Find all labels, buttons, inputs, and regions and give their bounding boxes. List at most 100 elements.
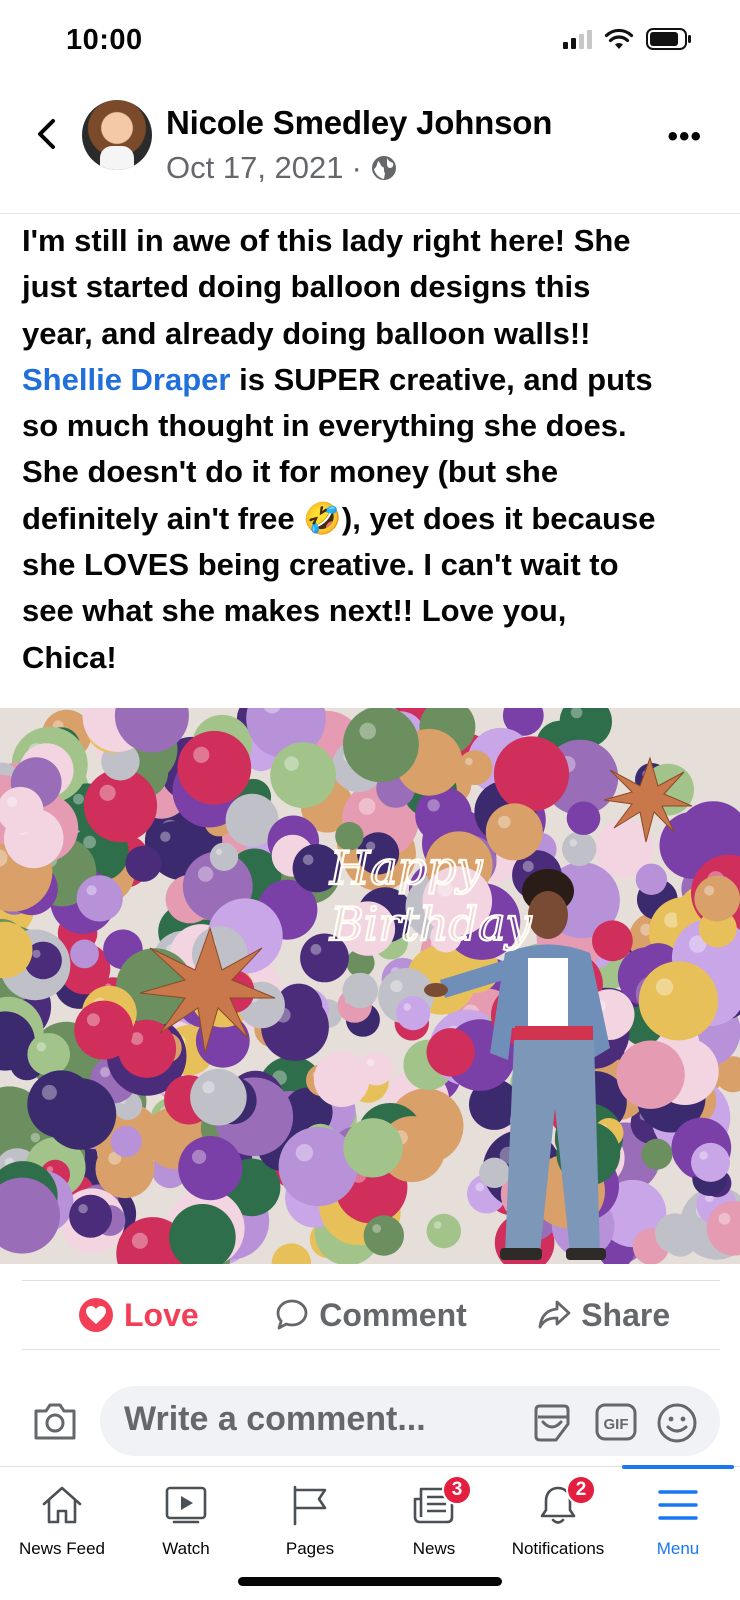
balloon <box>485 803 543 861</box>
svg-text:Birthday: Birthday <box>329 897 532 951</box>
balloon <box>694 875 740 922</box>
post-text-line: I'm still in awe of this lady right here… <box>22 223 631 258</box>
balloon-highlight <box>366 1059 375 1067</box>
balloon <box>566 801 601 835</box>
tab-watch[interactable]: Watch <box>124 1467 248 1577</box>
balloon-highlight <box>193 746 210 763</box>
balloon-highlight <box>372 1224 382 1233</box>
tab-label: News <box>412 1539 456 1558</box>
post-text-line: see what she makes next!! Love you, <box>22 593 567 629</box>
balloon <box>654 1213 696 1254</box>
camera-icon[interactable] <box>32 1400 78 1442</box>
post-text-line: definitely ain't free 🤣), yet does it be… <box>22 496 722 542</box>
balloon <box>396 996 431 1031</box>
tab-pages[interactable]: Pages <box>248 1467 372 1577</box>
balloon-highlight <box>718 1212 731 1225</box>
author-name[interactable]: Nicole Smedley Johnson <box>166 104 552 142</box>
menu-icon <box>658 1490 698 1520</box>
balloon <box>691 1142 730 1182</box>
balloon <box>426 1028 475 1077</box>
balloon <box>178 1136 243 1201</box>
post-text-line: she LOVES being creative. I can't wait t… <box>22 547 619 583</box>
author-avatar[interactable] <box>82 100 152 170</box>
balloon <box>638 961 719 1041</box>
tab-menu[interactable]: Menu <box>616 1467 740 1577</box>
balloon <box>641 1138 673 1170</box>
balloon-highlight <box>36 1042 46 1052</box>
tab-label: Menu <box>656 1539 700 1558</box>
balloon <box>363 1215 404 1256</box>
balloon-highlight <box>86 1013 100 1027</box>
balloon-highlight <box>32 949 41 958</box>
more-options-button[interactable]: ••• <box>667 120 702 154</box>
balloon-highlight <box>131 1232 148 1249</box>
balloon-highlight <box>192 1149 207 1164</box>
watch-icon <box>165 1486 207 1524</box>
balloon <box>190 1068 247 1126</box>
tab-news-feed[interactable]: News Feed <box>0 1467 124 1577</box>
post-text-fragment: ), yet does it because <box>341 500 656 536</box>
gif-icon[interactable]: GIF <box>594 1402 638 1442</box>
tab-notifications[interactable]: 2 Notifications <box>496 1467 620 1577</box>
post-text: I'm still in awe of this lady right here… <box>22 218 722 681</box>
balloon <box>343 1118 403 1178</box>
balloon-highlight <box>197 866 214 882</box>
balloon <box>313 1051 370 1107</box>
balloon-highlight <box>359 722 377 740</box>
tab-label: News Feed <box>19 1539 105 1558</box>
mention-link[interactable]: Shellie Draper <box>22 362 230 397</box>
comment-button[interactable]: Comment <box>255 1297 488 1334</box>
home-indicator <box>238 1577 502 1586</box>
chevron-left-icon <box>38 119 55 149</box>
balloon <box>177 730 252 805</box>
post-text-line: year, and already doing balloon walls!! <box>22 315 591 351</box>
balloon-highlight <box>78 1204 88 1214</box>
comment-bar: Write a comment... GIF <box>0 1382 740 1462</box>
status-icons <box>563 28 692 50</box>
battery-icon <box>646 28 691 50</box>
balloon-highlight <box>390 980 403 993</box>
balloon <box>125 845 162 882</box>
balloon-highlight <box>704 885 715 896</box>
balloon <box>592 920 633 962</box>
balloon-highlight <box>302 854 314 866</box>
balloon-highlight <box>160 831 171 842</box>
love-label: Love <box>123 1296 199 1333</box>
notifications-badge: 2 <box>566 1475 596 1505</box>
balloon <box>110 1126 142 1158</box>
balloon <box>69 1194 113 1238</box>
tab-label: Notifications <box>511 1539 605 1558</box>
share-label: Share <box>581 1296 671 1333</box>
wifi-icon <box>604 28 634 49</box>
emoji-icon[interactable] <box>656 1402 698 1444</box>
balloon-highlight <box>310 944 322 955</box>
post-text-line: so much thought in everything she does. <box>22 408 627 444</box>
balloon-highlight <box>99 784 116 801</box>
home-icon <box>42 1486 82 1524</box>
balloon <box>479 1157 510 1188</box>
balloon <box>342 972 379 1009</box>
balloon-highlight <box>73 793 84 805</box>
back-button[interactable] <box>26 114 66 154</box>
sticker-icon[interactable] <box>530 1402 574 1444</box>
balloon-highlight <box>30 1132 40 1143</box>
post-text-line: Chica! <box>22 639 117 675</box>
share-button[interactable]: Share <box>487 1297 720 1334</box>
post-actions: Love Comment Share <box>22 1280 720 1350</box>
post-text-fragment: definitely ain't free <box>22 500 304 536</box>
post-header: Nicole Smedley Johnson Oct 17, 2021 · ••… <box>0 90 740 214</box>
svg-text:GIF: GIF <box>604 1416 629 1433</box>
balloon <box>76 875 123 922</box>
post-date[interactable]: Oct 17, 2021 <box>166 150 344 186</box>
balloon <box>493 736 570 812</box>
post-text-fragment: is SUPER creative, and puts <box>230 361 653 397</box>
balloon <box>343 708 419 783</box>
tab-news[interactable]: 3 News <box>372 1467 496 1577</box>
status-bar: 10:00 <box>0 0 740 84</box>
balloon-highlight <box>498 815 511 829</box>
balloon-highlight <box>403 1003 412 1011</box>
laughing-emoji: 🤣 <box>303 500 342 536</box>
love-button[interactable]: Love <box>22 1297 255 1334</box>
post-photo[interactable]: Happy Birthday <box>0 708 740 1264</box>
svg-text:Happy: Happy <box>329 841 483 895</box>
